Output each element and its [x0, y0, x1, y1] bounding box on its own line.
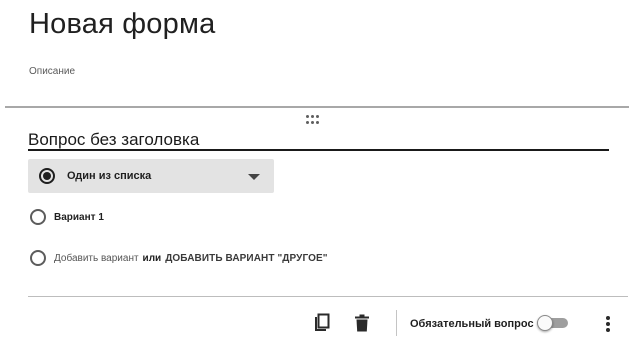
more-vert-icon[interactable]: [604, 316, 612, 332]
form-title[interactable]: Новая форма: [29, 8, 215, 41]
question-title-underline: [28, 149, 609, 151]
footer-separator: [396, 310, 397, 336]
add-option-link[interactable]: Добавить вариант: [54, 253, 139, 264]
question-title-input[interactable]: Вопрос без заголовка: [28, 130, 199, 150]
radio-checked-icon: [39, 168, 55, 184]
required-label: Обязательный вопрос: [410, 318, 534, 330]
drag-handle-icon[interactable]: [305, 115, 319, 124]
form-editor: Новая форма Описание Вопрос без заголовк…: [0, 0, 634, 348]
add-other-option-link[interactable]: ДОБАВИТЬ ВАРИАНТ "ДРУГОЕ": [165, 253, 327, 264]
form-description[interactable]: Описание: [29, 66, 75, 77]
option-label[interactable]: Вариант 1: [54, 212, 104, 223]
question-type-label: Один из списка: [67, 170, 152, 182]
toggle-thumb: [537, 315, 553, 331]
add-option-row: Добавить вариант или ДОБАВИТЬ ВАРИАНТ "Д…: [30, 249, 328, 267]
or-text: или: [142, 252, 162, 264]
radio-unchecked-icon: [30, 209, 46, 225]
trash-icon[interactable]: [354, 314, 370, 332]
dropdown-arrow-icon: [248, 174, 260, 180]
footer-divider: [28, 296, 628, 297]
question-type-dropdown[interactable]: Один из списка: [28, 159, 274, 193]
radio-unchecked-icon: [30, 250, 46, 266]
required-toggle[interactable]: [537, 315, 569, 331]
option-row[interactable]: Вариант 1: [30, 208, 104, 226]
copy-icon[interactable]: [313, 313, 331, 333]
header-divider: [5, 106, 629, 108]
